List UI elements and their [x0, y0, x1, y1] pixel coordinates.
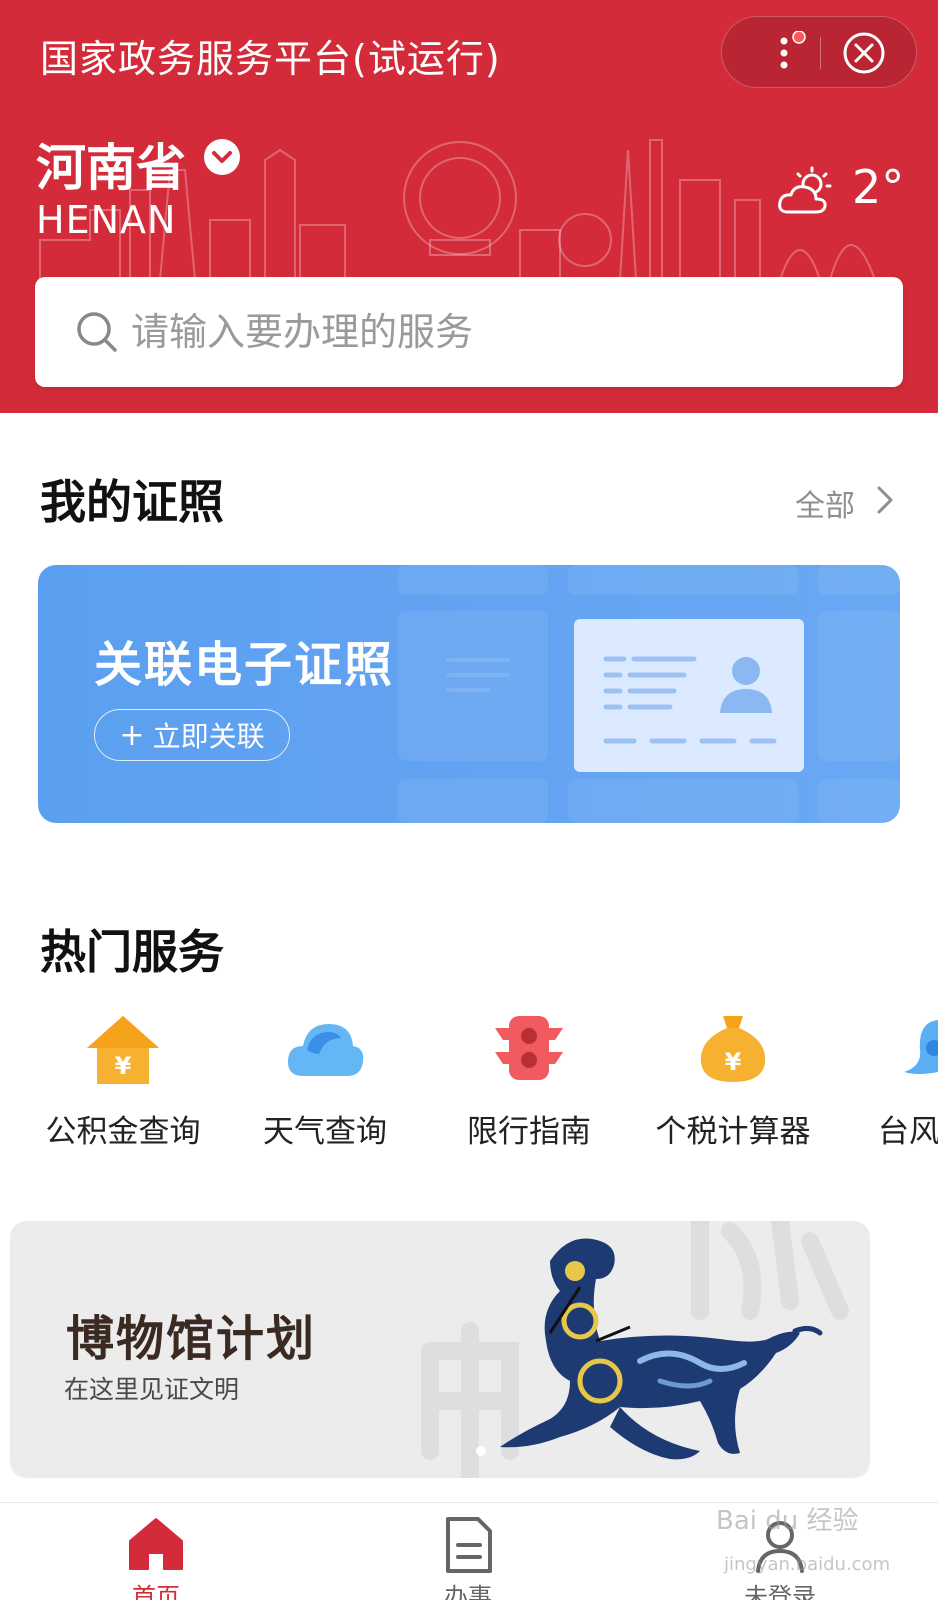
service-label: 天气查询: [263, 1114, 387, 1150]
svg-text:¥: ¥: [725, 1048, 742, 1076]
app-page: 国家政务服务平台(试运行) 河南省 HENAN 2° 请输入要办理的服务 我的证…: [0, 0, 938, 1600]
search-input[interactable]: [131, 297, 871, 367]
service-label: 个税计算器: [655, 1114, 811, 1150]
id-card-illustration: [574, 619, 804, 772]
galloping-horse-illustration: [421, 1221, 849, 1478]
hot-services-list: ¥ 公积金查询 天气查询 限行指南 ¥ 个税计算器 台风: [0, 1010, 938, 1160]
tab-label: 未登录: [744, 1583, 816, 1600]
more-options-icon[interactable]: [762, 31, 806, 75]
service-weather[interactable]: 天气查询: [230, 1010, 420, 1160]
banner-subtitle: 在这里见证文明: [64, 1375, 240, 1404]
mini-program-capsule: [721, 16, 917, 88]
app-title: 国家政务服务平台(试运行): [40, 37, 501, 81]
hot-services-title: 热门服务: [40, 925, 224, 979]
header: 国家政务服务平台(试运行) 河南省 HENAN 2°: [0, 0, 938, 413]
view-all-link[interactable]: 全部: [795, 481, 855, 525]
province-english-name: HENAN: [36, 198, 177, 242]
watermark-url: jingyan.baidu.com: [724, 1554, 891, 1575]
chevron-down-icon[interactable]: [203, 138, 241, 176]
temperature: 2°: [852, 160, 905, 214]
chevron-right-icon[interactable]: [874, 484, 896, 516]
service-typhoon[interactable]: 台风: [842, 1010, 938, 1160]
service-label: 台风: [878, 1114, 938, 1150]
capsule-divider: [820, 37, 821, 69]
service-traffic-restriction[interactable]: 限行指南: [434, 1010, 624, 1160]
close-icon[interactable]: [840, 29, 888, 77]
typhoon-icon: [904, 1020, 938, 1074]
weather-cloud-icon: [287, 1024, 364, 1076]
money-bag-icon: ¥: [700, 1016, 766, 1082]
service-housing-fund[interactable]: ¥ 公积金查询: [28, 1010, 218, 1160]
banner-title: 博物馆计划: [66, 1311, 317, 1367]
house-fund-icon: ¥: [87, 1016, 159, 1084]
link-now-button[interactable]: + 立即关联: [94, 709, 290, 761]
tab-home[interactable]: 首页: [0, 1503, 312, 1600]
traffic-light-icon: [495, 1016, 563, 1080]
document-icon: [446, 1517, 492, 1573]
service-label: 公积金查询: [45, 1114, 201, 1150]
baidu-jingyan-watermark: Bai du 经验: [716, 1506, 859, 1536]
service-tax-calculator[interactable]: ¥ 个税计算器: [638, 1010, 828, 1160]
link-now-label: 立即关联: [152, 720, 265, 753]
carousel-indicator: [476, 1446, 486, 1456]
svg-text:¥: ¥: [115, 1052, 132, 1080]
home-icon: [129, 1518, 183, 1570]
partly-cloudy-icon: [778, 166, 832, 214]
my-certificates-title: 我的证照: [40, 475, 224, 529]
search-icon: [77, 312, 117, 352]
search-bar[interactable]: [35, 277, 903, 387]
museum-plan-banner[interactable]: 博物馆计划 在这里见证文明: [10, 1221, 870, 1478]
tab-services[interactable]: 办事: [312, 1503, 624, 1600]
plus-icon: +: [119, 717, 145, 753]
link-certificate-card[interactable]: 关联电子证照 + 立即关联: [38, 565, 900, 823]
card-title: 关联电子证照: [94, 637, 395, 693]
service-label: 限行指南: [467, 1114, 591, 1150]
tab-label: 办事: [444, 1583, 492, 1600]
tab-label: 首页: [132, 1583, 180, 1600]
province-selector[interactable]: 河南省: [36, 128, 186, 200]
